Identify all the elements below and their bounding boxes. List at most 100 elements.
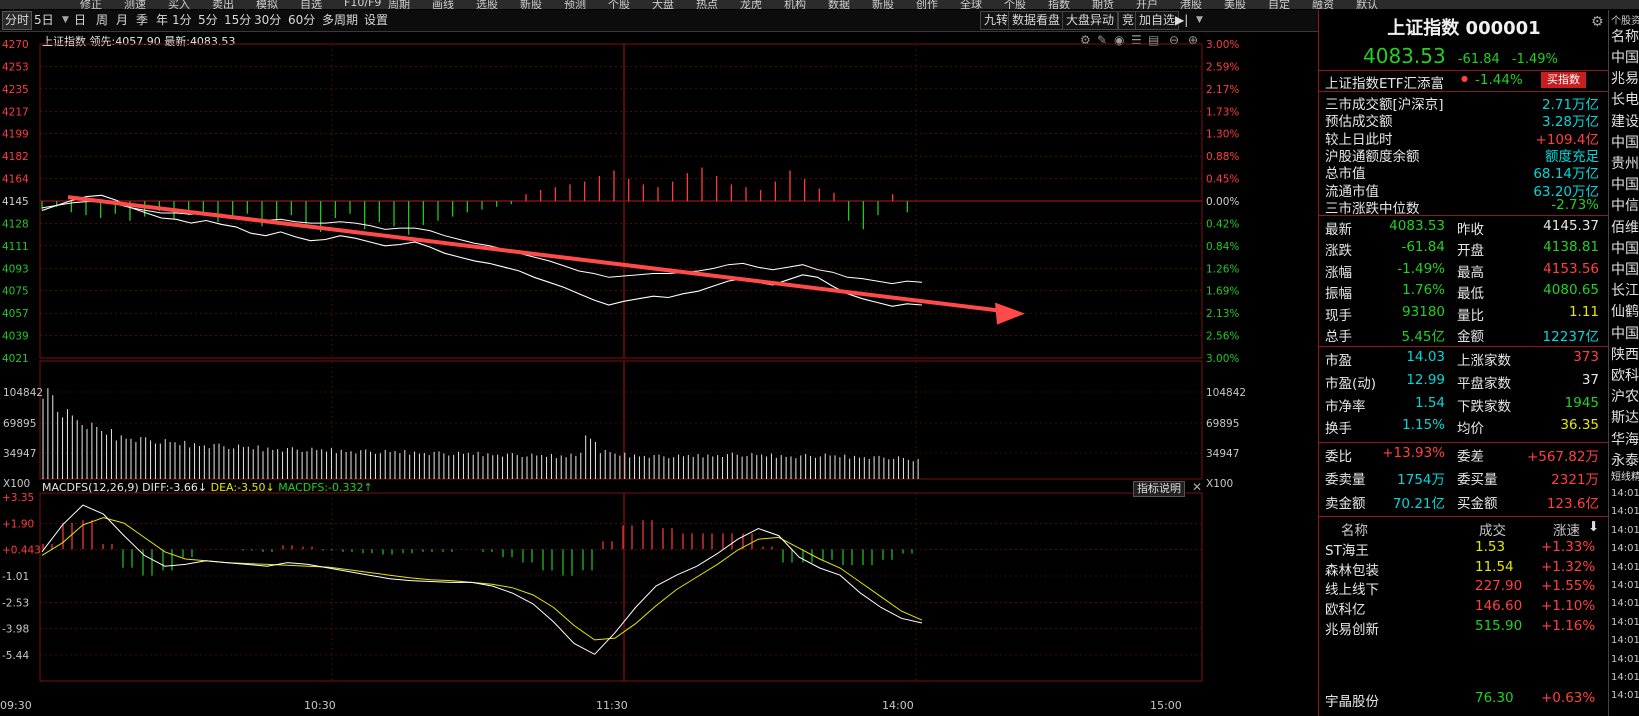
- top-menu-item[interactable]: 新股: [872, 0, 894, 9]
- period-tab[interactable]: 日: [74, 12, 86, 29]
- period-tab[interactable]: 月: [116, 12, 128, 29]
- col-speed[interactable]: 涨速: [1553, 519, 1580, 539]
- period-tab[interactable]: 周: [96, 12, 108, 29]
- news-item[interactable]: 斯达半: [1611, 407, 1639, 427]
- top-menu-item[interactable]: 热点: [696, 0, 718, 9]
- top-menu-item[interactable]: 周期: [388, 0, 410, 9]
- news-item[interactable]: 兆易创: [1611, 68, 1639, 88]
- top-menu-item[interactable]: 画线: [432, 0, 454, 9]
- buy-index-button[interactable]: 买指数: [1541, 72, 1586, 88]
- dropdown-icon[interactable]: ▼: [1196, 12, 1203, 29]
- news-item[interactable]: 建设银: [1611, 111, 1639, 131]
- toolbar-button[interactable]: 加自选: [1135, 11, 1180, 30]
- news-item[interactable]: 中国石: [1611, 174, 1639, 194]
- top-menu-item[interactable]: 全球: [960, 0, 982, 9]
- list-item[interactable]: 线上线下 227.90 +1.55%: [1325, 578, 1605, 598]
- top-menu-item[interactable]: 港股: [1180, 0, 1202, 9]
- top-menu-item[interactable]: 卖出: [212, 0, 234, 9]
- top-menu-item[interactable]: 个股: [1004, 0, 1026, 9]
- top-menu-item[interactable]: 模拟: [256, 0, 278, 9]
- stat-row: 流通市值 63.20万亿: [1325, 180, 1605, 200]
- news-item[interactable]: 中国人: [1611, 323, 1639, 343]
- period-tab[interactable]: 年: [156, 12, 168, 29]
- news-item[interactable]: 佰维存: [1611, 217, 1639, 237]
- quote-value: 37: [1581, 371, 1599, 388]
- settings-gear-icon[interactable]: ⚙: [1591, 14, 1604, 30]
- quote-row: 振幅 1.76% 最低 4080.65: [1325, 282, 1605, 302]
- news-item[interactable]: 沪农商: [1611, 386, 1639, 406]
- trend-arrow[interactable]: [67, 195, 1001, 313]
- dropdown-icon[interactable]: ▼: [62, 12, 69, 29]
- news-item[interactable]: 贵州茅: [1611, 153, 1639, 173]
- list-item[interactable]: 欧科亿 146.60 +1.10%: [1325, 598, 1605, 618]
- close-indicator-icon[interactable]: ✕: [1192, 480, 1202, 494]
- news-item[interactable]: 长江电: [1611, 280, 1639, 300]
- news-header[interactable]: 个股资讯: [1611, 12, 1639, 27]
- period-tab[interactable]: 季: [136, 12, 148, 29]
- period-tab[interactable]: 30分: [254, 12, 281, 29]
- list-item[interactable]: ST海王 1.53 +1.33%: [1325, 539, 1605, 559]
- news-item[interactable]: 陕西煤: [1611, 344, 1639, 364]
- toolbar-button[interactable]: 数据看盘: [1008, 11, 1065, 30]
- period-tab[interactable]: 60分: [288, 12, 315, 29]
- sort-down-icon[interactable]: ⬇: [1588, 519, 1599, 535]
- stat-row: 总市值 68.14万亿: [1325, 162, 1605, 182]
- list-item[interactable]: 森林包装 11.54 +1.32%: [1325, 559, 1605, 579]
- quote-value: +567.82万: [1526, 449, 1599, 465]
- pct-tick: 1.73%: [1206, 106, 1239, 118]
- stat-row: 沪股通额度余额 额度充足: [1325, 145, 1605, 165]
- top-menu-item[interactable]: 龙虎: [740, 0, 762, 9]
- top-menu-item[interactable]: 机构: [784, 0, 806, 9]
- top-menu-item[interactable]: 自定: [1268, 0, 1290, 9]
- news-item[interactable]: 仙鹤股: [1611, 301, 1639, 321]
- period-tab[interactable]: 1分: [172, 12, 192, 29]
- period-tab[interactable]: 设置: [364, 12, 388, 29]
- top-menu-item[interactable]: 融资: [1312, 0, 1334, 9]
- news-item[interactable]: 长电科: [1611, 89, 1639, 109]
- top-menu-item[interactable]: 大盘: [652, 0, 674, 9]
- quote-value: 4080.65: [1543, 282, 1599, 299]
- top-menu-item[interactable]: 美股: [1224, 0, 1246, 9]
- top-menu-item[interactable]: 测速: [124, 0, 146, 9]
- stock-speed: +1.55%: [1541, 578, 1596, 595]
- top-menu-item[interactable]: 开户: [1136, 0, 1158, 9]
- diff-value: -3.66: [169, 481, 198, 494]
- short-line-head[interactable]: 短线精灵: [1611, 468, 1639, 483]
- etf-row[interactable]: 上证指数ETF汇添富 ● -1.44% 买指数: [1325, 72, 1605, 92]
- stat-row: 三市成交额[沪深京] 2.71万亿: [1325, 93, 1605, 113]
- top-menu-item[interactable]: 指数: [1048, 0, 1070, 9]
- list-item[interactable]: 宇晶股份 76.30 +0.63%: [1325, 690, 1605, 710]
- top-menu-item[interactable]: 选股: [476, 0, 498, 9]
- period-tab[interactable]: 多周期: [322, 12, 358, 29]
- top-menu-item[interactable]: 预测: [564, 0, 586, 9]
- news-item[interactable]: 欧科亿: [1611, 365, 1639, 385]
- main-chart[interactable]: 4270 3.00% 4253 2.59% 4235 2.17% 4217 1.73% 4199…: [0, 31, 1258, 716]
- top-menu-item[interactable]: 创作: [916, 0, 938, 9]
- period-tab[interactable]: 15分: [224, 12, 251, 29]
- top-menu-item[interactable]: 个股: [608, 0, 630, 9]
- price-tick: 4217: [2, 106, 29, 118]
- toolbar-button[interactable]: 大盘异动: [1062, 11, 1119, 30]
- news-item[interactable]: 中国海: [1611, 132, 1639, 152]
- top-menu-item[interactable]: F10/F9: [344, 0, 381, 9]
- period-tab[interactable]: 5日: [34, 12, 54, 29]
- top-menu-item[interactable]: 新股: [520, 0, 542, 9]
- top-menu-item[interactable]: 修正: [80, 0, 102, 9]
- top-menu-item[interactable]: 默认: [1356, 0, 1378, 9]
- news-item[interactable]: 中国人: [1611, 259, 1639, 279]
- news-item[interactable]: 华海清: [1611, 429, 1639, 449]
- period-tab[interactable]: 分时: [2, 11, 33, 30]
- top-menu-item[interactable]: 买入: [168, 0, 190, 9]
- news-item[interactable]: 中国神: [1611, 238, 1639, 258]
- top-menu-item[interactable]: 自选: [300, 0, 322, 9]
- list-item[interactable]: 兆易创新 515.90 +1.16%: [1325, 618, 1605, 638]
- collapse-icon[interactable]: ▶|: [1175, 12, 1188, 29]
- top-menu-item[interactable]: 数据: [828, 0, 850, 9]
- period-tab[interactable]: 5分: [198, 12, 218, 29]
- stat-row: 三市涨跌中位数 -2.73%: [1325, 197, 1605, 217]
- indicator-help-button[interactable]: 指标说明: [1133, 481, 1185, 497]
- news-item[interactable]: 中信银: [1611, 195, 1639, 215]
- news-item[interactable]: 中国银: [1611, 47, 1639, 67]
- top-menu-item[interactable]: 期货: [1092, 0, 1114, 9]
- news-item[interactable]: 永泰能: [1611, 450, 1639, 470]
